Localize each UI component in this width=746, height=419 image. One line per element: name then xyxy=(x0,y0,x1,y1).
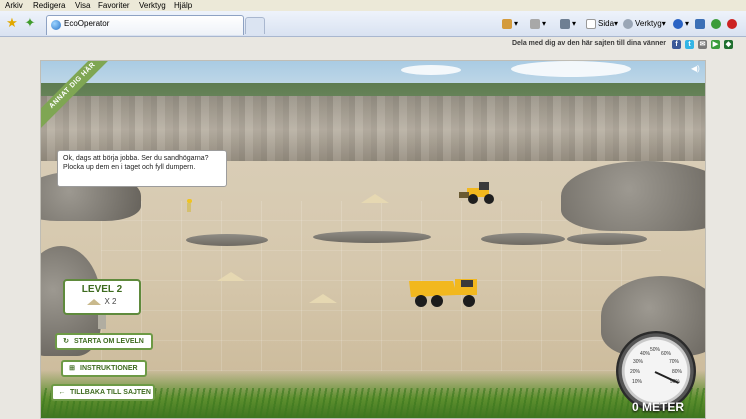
meter-readout: 0 METER xyxy=(631,400,684,414)
level-sign: LEVEL 2 X 2 xyxy=(63,279,141,315)
feeds-button[interactable]: ▾ xyxy=(530,17,546,30)
home-icon xyxy=(502,18,512,29)
cloud xyxy=(401,65,461,75)
home-button[interactable]: ▾ xyxy=(502,17,518,30)
piles-count: X 2 xyxy=(104,297,117,306)
game-canvas[interactable]: ANNAT DIG HÄR ◀) Ok, dags att börja jobb… xyxy=(40,60,706,419)
back-to-site-label: TILLBAKA TILL SAJTEN xyxy=(70,389,151,396)
browser-toolbar: ★ ✦ EcoOperator ▾ ▾ ▾ Sida▾ Verktyg▾ ▾ xyxy=(0,11,746,37)
instructions-button[interactable]: ⊞ INSTRUKTIONER xyxy=(61,360,147,377)
share-bar: Dela med dig av den här sajten till dina… xyxy=(0,37,746,53)
gauge-tick: 10% xyxy=(632,379,643,385)
printer-icon xyxy=(560,18,570,29)
sound-icon[interactable]: ◀) xyxy=(691,65,701,73)
help-icon xyxy=(673,18,683,29)
gravel-strip xyxy=(481,233,565,245)
gauge-tick: 50% xyxy=(650,347,661,353)
research-icon xyxy=(695,18,705,29)
email-icon[interactable]: ✉ xyxy=(698,40,707,49)
arrow-left-icon: ← xyxy=(58,389,66,396)
print-button[interactable]: ▾ xyxy=(560,17,576,30)
gravel-strip xyxy=(567,233,647,245)
tools-menu-button[interactable]: Verktyg▾ xyxy=(623,17,666,30)
gear-icon xyxy=(623,18,633,29)
browser-tab[interactable]: EcoOperator xyxy=(46,15,244,35)
addon-icon xyxy=(727,18,737,29)
research-button[interactable] xyxy=(695,17,707,30)
sand-pile-icon xyxy=(87,298,102,305)
twitter-icon[interactable]: t xyxy=(685,40,694,49)
help-button[interactable]: ▾ xyxy=(673,17,689,30)
page-menu-button[interactable]: Sida▾ xyxy=(586,17,618,30)
gauge-tick: 60% xyxy=(661,351,672,357)
tools-menu-label: Verktyg xyxy=(635,19,662,28)
rock-pile-right xyxy=(561,161,705,231)
favorites-star-icon[interactable]: ★ xyxy=(5,16,19,30)
back-to-site-button[interactable]: ← TILLBAKA TILL SAJTEN xyxy=(51,384,155,401)
instructions-label: INSTRUKTIONER xyxy=(80,365,138,372)
gauge-tick: 20% xyxy=(630,369,641,375)
menu-arkiv[interactable]: Arkiv xyxy=(5,0,23,11)
sand-pile[interactable] xyxy=(309,294,337,303)
sand-pile[interactable] xyxy=(217,272,245,281)
restart-level-button[interactable]: ↻ STARTA OM LEVELN xyxy=(55,333,153,350)
gauge-tick: 70% xyxy=(669,359,680,365)
page-scrollbar[interactable] xyxy=(740,37,746,419)
page-icon xyxy=(586,18,596,29)
share-text: Dela med dig av den här sajten till dina… xyxy=(511,40,666,47)
menu-visa[interactable]: Visa xyxy=(75,0,90,11)
sand-pile[interactable] xyxy=(361,194,389,203)
add-favorites-icon[interactable]: ✦ xyxy=(23,16,37,30)
progress-gauge: 10% 20% 30% 40% 50% 60% 70% 80% 90% xyxy=(616,331,696,411)
page-menu-label: Sida xyxy=(598,19,615,28)
wheel-loader[interactable] xyxy=(459,182,501,204)
tab-title: EcoOperator xyxy=(64,19,110,28)
piles-remaining: X 2 xyxy=(65,296,139,308)
ground-grid xyxy=(101,201,661,371)
restart-level-label: STARTA OM LEVELN xyxy=(74,338,144,345)
menu-redigera[interactable]: Redigera xyxy=(33,0,65,11)
level-title: LEVEL 2 xyxy=(81,284,123,295)
messenger-button[interactable] xyxy=(711,17,723,30)
sign-post xyxy=(98,315,106,329)
cloud xyxy=(511,61,631,77)
menu-verktyg[interactable]: Verktyg xyxy=(139,0,166,11)
rss-icon xyxy=(530,18,540,29)
bluetooth-button[interactable] xyxy=(727,17,739,30)
worker-figure xyxy=(186,199,192,213)
new-tab-button[interactable] xyxy=(245,17,265,34)
menu-favoriter[interactable]: Favoriter xyxy=(98,0,130,11)
instructions-icon: ⊞ xyxy=(69,365,75,372)
restart-icon: ↻ xyxy=(63,338,69,345)
menu-hjalp[interactable]: Hjälp xyxy=(174,0,192,11)
dump-truck[interactable] xyxy=(407,275,487,308)
facebook-icon[interactable]: f xyxy=(672,40,681,49)
gauge-tick: 40% xyxy=(640,351,651,357)
gravel-strip xyxy=(186,234,268,246)
instruction-speech-bubble: Ok, dags att börja jobba. Ser du sandhög… xyxy=(57,150,227,187)
gauge-tick: 30% xyxy=(633,359,644,365)
share-extra-icon[interactable]: ◆ xyxy=(724,40,733,49)
gravel-strip xyxy=(313,231,431,243)
messenger-icon xyxy=(711,18,721,29)
share-green-icon[interactable]: ▶ xyxy=(711,40,720,49)
gauge-tick: 80% xyxy=(672,369,683,375)
tab-favicon-icon xyxy=(51,20,61,30)
